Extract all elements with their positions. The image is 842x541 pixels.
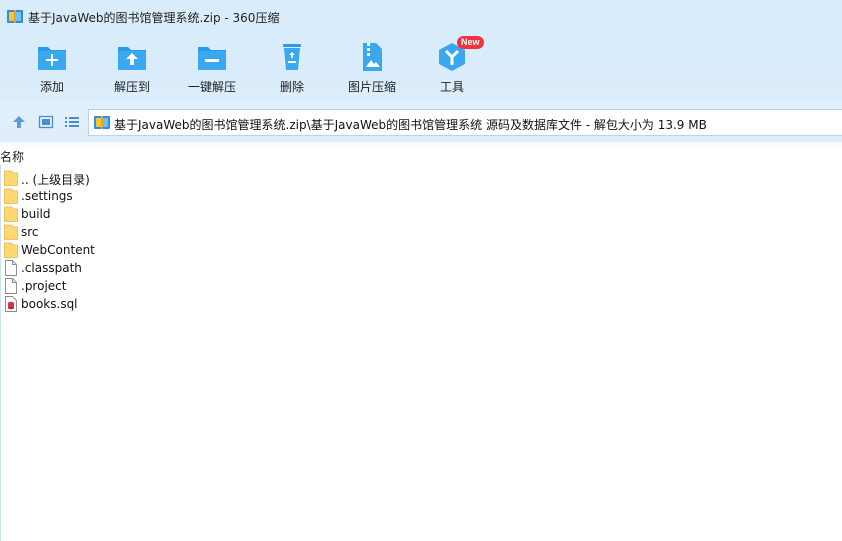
list-left-border [0,164,1,541]
add-folder-icon [38,47,66,70]
add-button[interactable]: 添加 [16,38,88,98]
item-name: .classpath [21,261,82,275]
recycle-bin-icon [283,44,301,70]
folder-icon [4,242,18,258]
column-header-name[interactable]: 名称 [0,148,24,164]
tools-label: 工具 [439,80,464,94]
navigation-bar: 基于JavaWeb的图书馆管理系统.zip\基于JavaWeb的图书馆管理系统 … [0,102,842,142]
new-badge: New [457,36,484,49]
folder-icon [4,188,18,204]
list-item[interactable]: .settings [4,187,404,205]
file-icon [5,278,17,294]
delete-label: 删除 [279,80,304,94]
list-item[interactable]: src [4,223,404,241]
item-name: build [21,207,51,221]
item-name: .project [21,279,67,293]
folder-icon [4,224,18,240]
one-click-extract-icon [198,47,226,70]
list-item[interactable]: .classpath [4,259,404,277]
archive-path: 基于JavaWeb的图书馆管理系统.zip\基于JavaWeb的图书馆管理系统 … [114,118,707,132]
folder-icon [4,170,18,186]
item-name: WebContent [21,243,95,257]
main-toolbar: 添加 解压到 一键解压 删除 图片压缩 New 工具 [0,34,842,102]
list-item[interactable]: build [4,205,404,223]
extract-to-icon [118,47,146,70]
item-name: .. (上级目录) [21,173,90,187]
item-name: books.sql [21,297,78,311]
image-compress-icon [363,43,382,71]
address-bar[interactable]: 基于JavaWeb的图书馆管理系统.zip\基于JavaWeb的图书馆管理系统 … [88,109,842,136]
item-name: src [21,225,39,239]
extract-to-label: 解压到 [113,80,150,94]
item-name: .settings [21,189,73,203]
list-item[interactable]: books.sql [4,295,404,313]
list-item[interactable]: .project [4,277,404,295]
zip-archive-icon [7,10,23,23]
zip-archive-icon [94,116,110,129]
list-item[interactable]: WebContent [4,241,404,259]
one-click-extract-label: 一键解压 [187,80,236,94]
delete-button[interactable]: 删除 [256,38,328,98]
tools-button[interactable]: New 工具 [416,36,488,98]
window-title: 基于JavaWeb的图书馆管理系统.zip - 360压缩 [28,11,280,25]
list-view-icon[interactable] [64,114,80,130]
up-arrow-icon[interactable] [11,114,27,130]
file-icon [5,260,17,276]
image-compress-label: 图片压缩 [347,80,396,94]
title-bar: 基于JavaWeb的图书馆管理系统.zip - 360压缩 [0,0,842,34]
add-label: 添加 [39,80,64,94]
one-click-extract-button[interactable]: 一键解压 [176,38,248,98]
archive-window: 基于JavaWeb的图书馆管理系统.zip - 360压缩 添加 解压到 一键解… [0,0,842,541]
thumbnail-view-icon[interactable] [38,114,54,130]
sql-file-icon [5,296,17,312]
list-item[interactable]: .. (上级目录) [4,169,404,187]
extract-to-button[interactable]: 解压到 [96,38,168,98]
header-divider [0,142,842,148]
folder-icon [4,206,18,222]
image-compress-button[interactable]: 图片压缩 [336,38,408,98]
